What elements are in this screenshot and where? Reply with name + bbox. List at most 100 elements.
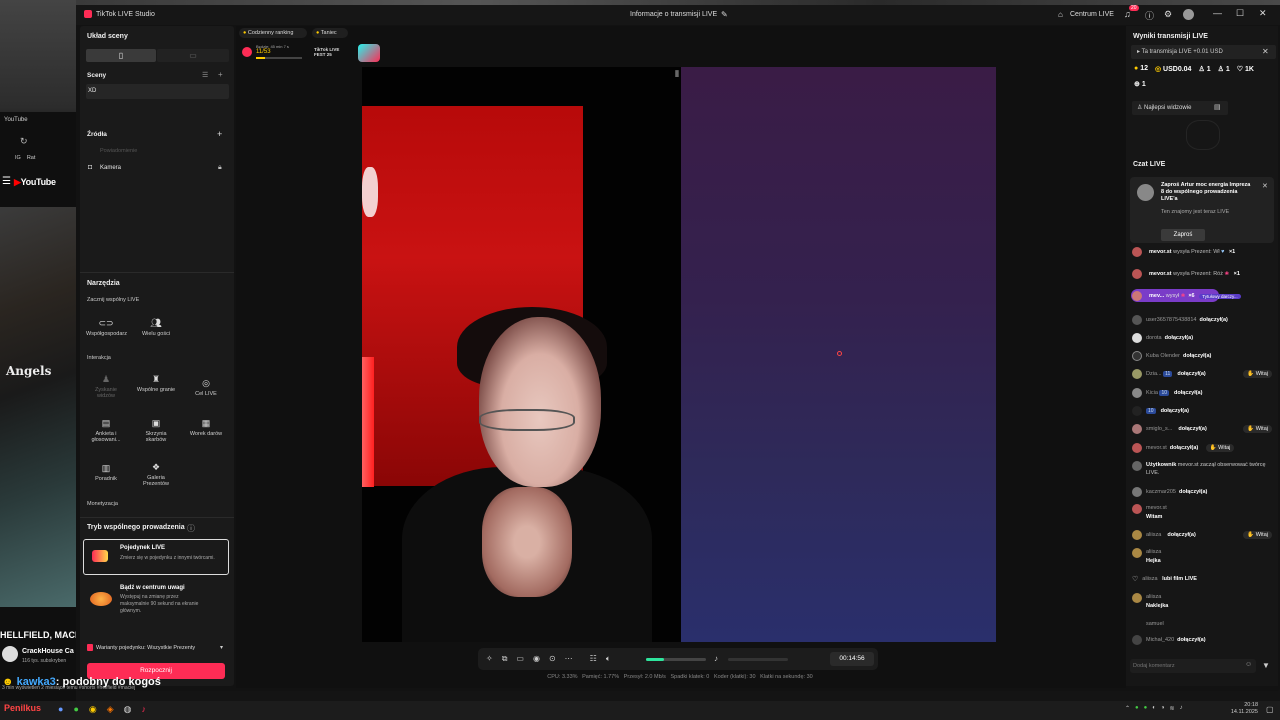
tool-gift-bag[interactable]: ▦ Worek darów xyxy=(186,418,226,452)
comment-input[interactable] xyxy=(1133,661,1243,671)
chat-item[interactable]: Kicia 10 dołączył(a) xyxy=(1132,386,1272,400)
refresh-icon[interactable]: ↻ xyxy=(20,136,28,147)
record-icon[interactable]: ◉ xyxy=(533,654,540,664)
close-icon[interactable]: ✕ xyxy=(1259,8,1267,19)
chat-item[interactable]: dorota dołączył(a) xyxy=(1132,331,1272,345)
app-icon[interactable]: ● xyxy=(73,704,78,715)
screen-icon[interactable]: ▭ xyxy=(516,654,524,664)
tool-gain-viewers[interactable]: ♟ Zyskanie widzów xyxy=(86,374,126,408)
close-icon[interactable]: ✕ xyxy=(1262,182,1268,190)
stream-info-title[interactable]: Informacje o transmisji LIVE xyxy=(630,11,717,18)
chat-item[interactable]: mevor.st wysyła Prezent: Róż ❀ ×1 xyxy=(1132,267,1272,281)
volume-slider[interactable] xyxy=(646,658,706,661)
chat-item[interactable]: kaczmar205 dołączył(a) xyxy=(1132,485,1272,499)
live-fest-badge[interactable]: TikTok LIVE FEST 25 xyxy=(314,47,350,57)
live-center-button[interactable]: Centrum LIVE xyxy=(1070,11,1114,18)
tool-treasure-chest[interactable]: ▣ Skrzynia skarbów xyxy=(136,418,176,452)
maximize-icon[interactable]: ☐ xyxy=(1236,8,1244,19)
lock-icon[interactable]: 🔒︎ xyxy=(218,164,222,172)
add-source-icon[interactable]: + xyxy=(217,129,222,139)
speaker-icon[interactable]: ♪ xyxy=(1180,705,1183,712)
chat-item[interactable]: Dzia... 11 dołączył(a) ✋ Witaj xyxy=(1132,367,1272,381)
app-icon[interactable]: ● xyxy=(58,704,63,715)
video-title[interactable]: HELLFIELD, MACI xyxy=(0,630,78,640)
youtube-tab-label[interactable]: YouTube xyxy=(4,117,28,123)
tool-gift-gallery[interactable]: ❖ Galeria Prezentów xyxy=(136,462,176,496)
edit-icon[interactable]: ✎ xyxy=(721,10,728,19)
filter-icon[interactable]: ▼ xyxy=(1262,661,1270,670)
tray-icon[interactable]: ◑ xyxy=(1161,705,1165,712)
chat-item[interactable]: mevor.st wysyła Prezent: Wł ♥ ×1 xyxy=(1132,245,1272,259)
youtube-logo[interactable]: ▶YouTube xyxy=(14,177,56,188)
magic-icon[interactable]: ✧ xyxy=(486,654,493,664)
invite-button[interactable]: Zaproś xyxy=(1161,229,1205,241)
avatar[interactable] xyxy=(1183,9,1194,20)
layout-portrait-button[interactable]: ▯ xyxy=(86,49,156,62)
mic-slider[interactable] xyxy=(728,658,788,661)
list-icon[interactable]: ☰ xyxy=(202,71,208,79)
chat-item[interactable]: Użytkownik mevor.st zaczął obserwować tw… xyxy=(1132,461,1272,483)
notification-icon[interactable]: ▢ xyxy=(1266,705,1274,714)
tool-poll[interactable]: ▤ Ankieta i głosowani... xyxy=(86,418,126,452)
tray-icon[interactable]: ⌃ xyxy=(1125,705,1130,712)
tool-cohost[interactable]: ⊂⊃ Współgospodarz xyxy=(86,318,127,352)
add-scene-icon[interactable]: + xyxy=(218,70,223,79)
replay-icon[interactable]: ⊙ xyxy=(549,654,556,664)
camera-feed[interactable] xyxy=(362,67,681,642)
bookmark-rat[interactable]: Rat xyxy=(27,155,36,161)
layers-icon[interactable]: ⧉ xyxy=(502,654,508,664)
emoji-icon[interactable]: ☺ xyxy=(1245,661,1252,668)
tool-play-together[interactable]: ♜ Wspólne granie xyxy=(136,374,176,408)
split-handle-icon[interactable]: ⦀ xyxy=(675,69,679,80)
obs-icon[interactable]: ◍ xyxy=(124,704,132,715)
list-icon[interactable]: ▤ xyxy=(1214,103,1221,111)
clock[interactable]: 20:18 14.11.2025 xyxy=(1228,702,1258,716)
tool-guide[interactable]: ▥ Poradnik xyxy=(86,463,126,497)
welcome-button[interactable]: ✋ Witaj xyxy=(1243,531,1272,539)
help-icon[interactable]: ⓘ xyxy=(1145,9,1154,22)
chat-item[interactable]: mev... wysył ❀ ×6 Tytułowy darczy... xyxy=(1132,289,1272,303)
source-notification[interactable]: Powiadomienie xyxy=(100,148,137,154)
chat-item[interactable]: samuel xyxy=(1132,617,1272,631)
chat-item[interactable]: aliisza dołączył(a) ✋ Witaj xyxy=(1132,528,1272,542)
chrome-icon[interactable]: ◉ xyxy=(89,704,97,715)
welcome-button[interactable]: ✋ Witaj xyxy=(1243,425,1272,433)
chat-item[interactable]: mevor.st dołączył(a) ✋ Witaj xyxy=(1132,441,1272,455)
layout-landscape-button[interactable]: ▭ xyxy=(157,49,229,62)
wifi-icon[interactable]: ≋ xyxy=(1170,705,1175,712)
settings-sliders-icon[interactable]: ☷ xyxy=(590,654,597,664)
speaker-icon[interactable]: 🔈︎ xyxy=(606,654,611,664)
chat-item[interactable]: Michał_420 dołączył(a) xyxy=(1132,633,1272,647)
chevron-down-icon[interactable]: ▾ xyxy=(220,644,223,651)
home-icon[interactable]: ⌂ xyxy=(1058,10,1063,19)
mic-icon[interactable]: ♪ xyxy=(714,654,718,663)
tray-icon[interactable]: ● xyxy=(1135,705,1139,712)
close-icon[interactable]: ✕ xyxy=(1262,47,1269,56)
chat-item[interactable]: 10 dołączył(a) xyxy=(1132,404,1272,418)
chat-item[interactable]: mevor.st Witam xyxy=(1132,504,1272,524)
channel-name[interactable]: CrackHouse Ca xyxy=(22,648,76,655)
bookmark-ig[interactable]: IG xyxy=(15,155,21,161)
chat-item[interactable]: user3657875438814 dołączył(a) xyxy=(1132,313,1272,327)
chat-item[interactable]: Kuba Olender dołączył(a) xyxy=(1132,349,1272,363)
tray-icon[interactable]: ◐ xyxy=(1152,705,1156,712)
brave-icon[interactable]: ◈ xyxy=(107,704,114,715)
more-icon[interactable]: ⋯ xyxy=(565,654,573,664)
tiktok-icon[interactable]: ♪ xyxy=(142,704,147,715)
scene-item[interactable]: XD xyxy=(86,84,229,99)
chat-item[interactable]: aliisza Hejka xyxy=(1132,548,1272,568)
chat-item[interactable]: ♡ aliisza lubi film LIVE xyxy=(1132,572,1272,586)
chat-item[interactable]: aliisza Naklejka xyxy=(1132,593,1272,613)
duel-variants[interactable]: Warianty pojedynku: Wszystkie Prezenty xyxy=(96,645,195,651)
spotlight-card[interactable] xyxy=(83,580,229,620)
youtube-video-thumbnail[interactable] xyxy=(0,207,76,607)
channel-avatar[interactable] xyxy=(2,646,18,662)
tray-icon[interactable]: ● xyxy=(1144,705,1148,712)
fest-logo-icon[interactable] xyxy=(358,44,380,62)
welcome-button[interactable]: ✋ Witaj xyxy=(1243,370,1272,378)
menu-icon[interactable]: ☰ xyxy=(2,176,11,187)
source-camera[interactable]: Kamera xyxy=(100,165,121,171)
tool-live-goal[interactable]: ◎ Cel LIVE xyxy=(186,378,226,412)
chat-item[interactable]: smiglo_s... dołączył(a) ✋ Witaj xyxy=(1132,422,1272,436)
help-icon[interactable]: ⓘ xyxy=(187,523,195,534)
